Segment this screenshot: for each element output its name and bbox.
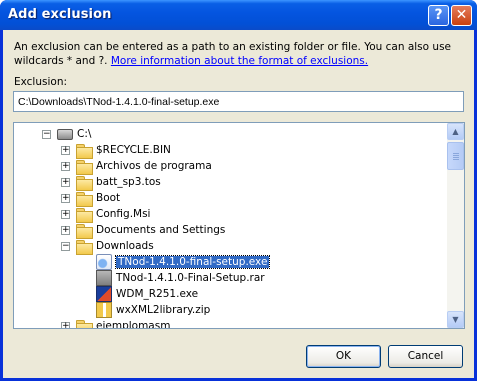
title-bar[interactable]: Add exclusion ? ✕: [0, 0, 477, 30]
scroll-down-button[interactable]: ▼: [447, 311, 464, 328]
tree-node-label: C:\: [77, 128, 92, 140]
exe-icon: [96, 286, 112, 302]
folder-icon: [76, 175, 93, 191]
tree-node-label: $RECYCLE.BIN: [96, 144, 171, 156]
help-button[interactable]: ?: [428, 5, 449, 26]
tree-node-label: wxXML2library.zip: [116, 304, 211, 316]
zip-icon: [96, 302, 112, 318]
ok-button[interactable]: OK: [306, 345, 381, 368]
expand-icon[interactable]: +: [61, 161, 70, 171]
folder-icon: [76, 191, 93, 207]
expand-icon[interactable]: +: [61, 193, 70, 203]
tree-node[interactable]: + Archivos de programa: [61, 158, 212, 175]
drive-icon: [57, 128, 73, 140]
tree-node-label: TNod-1.4.1.0-final-setup.exe: [114, 255, 271, 269]
folder-open-icon: [76, 239, 93, 255]
folder-icon: [76, 143, 93, 159]
tree-file-selected[interactable]: TNod-1.4.1.0-final-setup.exe: [96, 254, 271, 270]
tree-node[interactable]: + $RECYCLE.BIN: [61, 142, 171, 159]
cancel-button[interactable]: Cancel: [388, 345, 463, 368]
format-info-link[interactable]: More information about the format of exc…: [111, 55, 368, 67]
tree-node-label: ejemplomasm: [96, 320, 171, 329]
exclusion-input[interactable]: [13, 91, 464, 112]
grip-line: [453, 157, 459, 158]
grip-line: [453, 153, 459, 154]
tree-file[interactable]: wxXML2library.zip: [96, 302, 210, 318]
tree-node[interactable]: + ejemplomasm: [61, 318, 171, 329]
expand-icon[interactable]: +: [61, 177, 70, 187]
tree-node-label: Boot: [96, 192, 121, 204]
scroll-thumb[interactable]: [447, 142, 464, 170]
collapse-icon[interactable]: −: [61, 241, 70, 251]
folder-tree[interactable]: − C:\ + $RECYCLE.BIN + Archivos de progr…: [13, 122, 465, 329]
tree-node-root[interactable]: − C:\: [42, 126, 91, 142]
expand-icon[interactable]: +: [61, 225, 70, 235]
tree-node-label: TNod-1.4.1.0-Final-Setup.rar: [116, 272, 265, 284]
tree-node[interactable]: + Boot: [61, 190, 121, 207]
folder-icon: [76, 159, 93, 175]
tree-node-downloads[interactable]: − Downloads: [61, 238, 154, 255]
folder-icon: [76, 319, 93, 328]
expand-icon[interactable]: +: [61, 209, 70, 219]
exclusion-label: Exclusion:: [14, 76, 68, 88]
setup-icon: [96, 254, 112, 270]
tree-node-label: Config.Msi: [96, 208, 151, 220]
expand-icon[interactable]: +: [61, 321, 70, 328]
tree-node[interactable]: + Documents and Settings: [61, 222, 226, 239]
expand-icon[interactable]: +: [61, 145, 70, 155]
dialog-body: An exclusion can be entered as a path to…: [3, 30, 474, 378]
window-title: Add exclusion: [8, 7, 112, 22]
scroll-up-button[interactable]: ▲: [447, 123, 464, 140]
tree-file[interactable]: TNod-1.4.1.0-Final-Setup.rar: [96, 270, 265, 286]
vertical-scrollbar[interactable]: ▲ ▼: [447, 123, 464, 328]
folder-icon: [76, 207, 93, 223]
tree-file[interactable]: WDM_R251.exe: [96, 286, 198, 302]
tree-node[interactable]: + batt_sp3.tos: [61, 174, 161, 191]
description: An exclusion can be entered as a path to…: [14, 40, 469, 68]
collapse-icon[interactable]: −: [42, 129, 51, 139]
tree-node[interactable]: + Config.Msi: [61, 206, 151, 223]
grip-line: [453, 159, 459, 160]
grip-line: [453, 155, 459, 156]
tree-node-label: WDM_R251.exe: [116, 288, 199, 300]
rar-icon: [96, 270, 112, 286]
close-button[interactable]: ✕: [451, 5, 472, 26]
tree-node-label: Downloads: [96, 240, 154, 252]
tree-node-label: Archivos de programa: [96, 160, 212, 172]
tree-node-label: batt_sp3.tos: [96, 176, 161, 188]
dialog-window: Add exclusion ? ✕ An exclusion can be en…: [0, 0, 477, 381]
folder-icon: [76, 223, 93, 239]
tree-node-label: Documents and Settings: [96, 224, 226, 236]
